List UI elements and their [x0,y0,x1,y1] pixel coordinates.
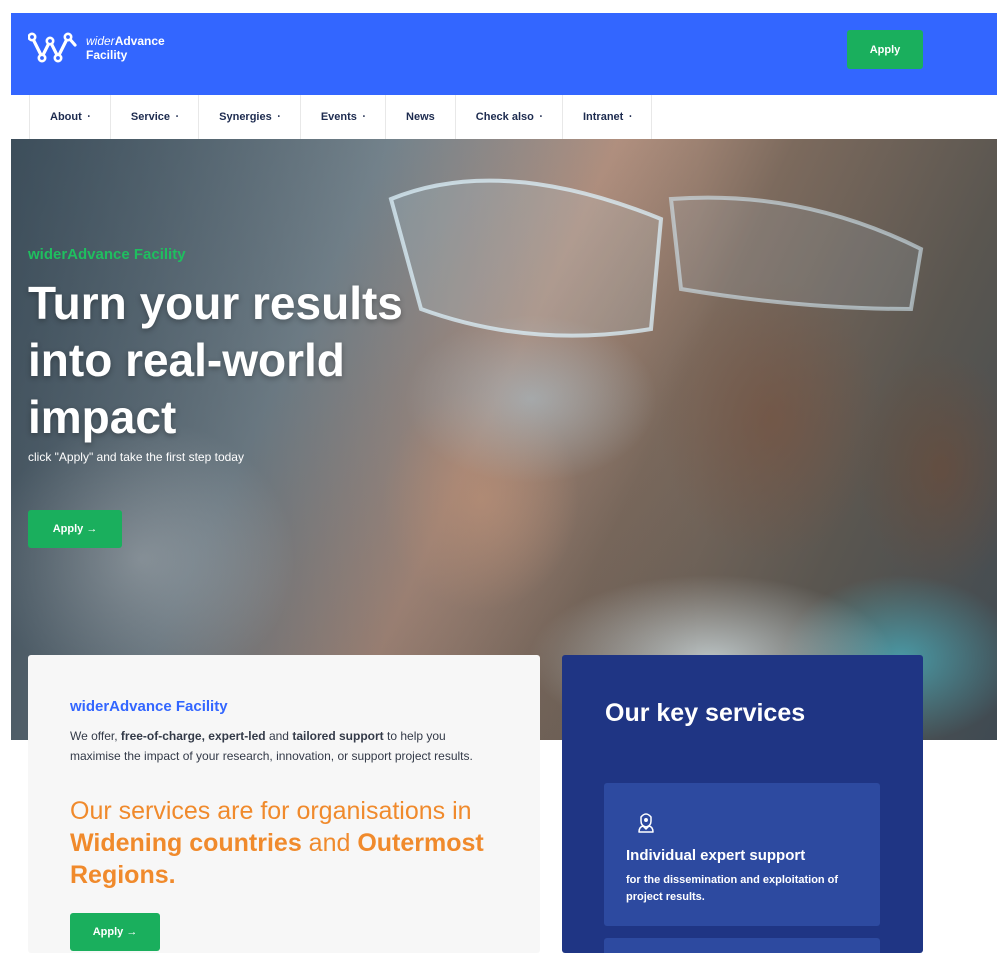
logo-facility: Facility [86,48,128,62]
header-apply-button[interactable]: Apply [847,30,923,69]
intro-apply-button[interactable]: Apply → [70,913,160,951]
nav-item-about[interactable]: About • [29,95,110,139]
heading-widening: Widening countries [70,829,302,857]
nav-item-label: Intranet [582,111,624,123]
hero-apply-button[interactable]: Apply → [28,510,122,548]
expert-icon [638,813,654,833]
logo-wordmark: widerAdvance Facility [86,34,165,62]
arrow-right-icon: → [126,926,138,938]
nav-items: About • Service • Synergies • Events • News Check… [29,95,653,139]
service-description: for the dissemination and exploitation o… [626,874,839,903]
hero-banner: widerAdvance Facility Turn your results … [11,139,997,740]
logo-mark-icon [28,32,77,63]
site-logo[interactable]: widerAdvance Facility [28,31,165,65]
caret-down-icon: • [629,114,632,120]
site-header: widerAdvance Facility Apply [11,13,997,95]
nav-item-service[interactable]: Service • [109,95,198,139]
intro-card: widerAdvance Facility We offer, free-of-… [28,655,540,953]
intro-apply-label: Apply [92,926,124,938]
caret-down-icon: • [277,114,280,120]
logo-wider: wider [86,34,115,48]
intro-text-part: and [265,729,293,743]
intro-text-bold-2: tailored support [292,729,384,743]
arrow-right-icon: → [86,523,98,535]
hero-title: Turn your results into real-world impact [28,277,403,443]
caret-down-icon: • [362,114,366,120]
nav-item-label: Service [130,111,171,123]
nav-item-intranet[interactable]: Intranet • [561,95,653,139]
caret-down-icon: • [176,114,179,120]
service-card-next[interactable] [604,938,880,953]
nav-item-label: About [50,111,82,123]
service-card-individual-expert[interactable]: Individual expert support for the dissem… [604,783,880,926]
heading-part: and [301,829,358,857]
nav-item-news[interactable]: News [385,95,455,139]
intro-card-heading: Our services are for organisations in Wi… [70,795,510,891]
intro-card-title: widerAdvance Facility [70,698,228,715]
nav-item-label: Events [320,111,357,123]
nav-item-label: Synergies [219,111,272,123]
caret-down-icon: • [87,114,90,120]
logo-advance: Advance [114,34,165,48]
nav-item-label: Check also [475,111,534,123]
intro-card-text: We offer, free-of-charge, expert-led and… [70,727,490,766]
caret-down-icon: • [539,114,542,120]
heading-part: Our services are for organisations in [70,797,472,825]
nav-item-label: News [406,111,435,123]
nav-item-synergies[interactable]: Synergies • [198,95,300,139]
hero-eyebrow: widerAdvance Facility [28,246,186,263]
hero-apply-label: Apply [52,523,84,535]
hero-subtitle: click "Apply" and take the first step to… [28,450,244,464]
intro-text-bold-1: free-of-charge, expert-led [120,729,266,743]
main-nav: About • Service • Synergies • Events • News Check… [11,95,997,140]
nav-item-events[interactable]: Events • [299,95,385,139]
hero-photo-goggles-illustration [388,178,924,338]
key-services-title: Our key services [605,699,806,727]
key-services-panel: Our key services Individual expert suppo… [562,655,923,953]
nav-item-check-also[interactable]: Check also • [454,95,562,139]
service-title: Individual expert support [626,847,806,864]
intro-text-part: We offer, [70,729,121,743]
